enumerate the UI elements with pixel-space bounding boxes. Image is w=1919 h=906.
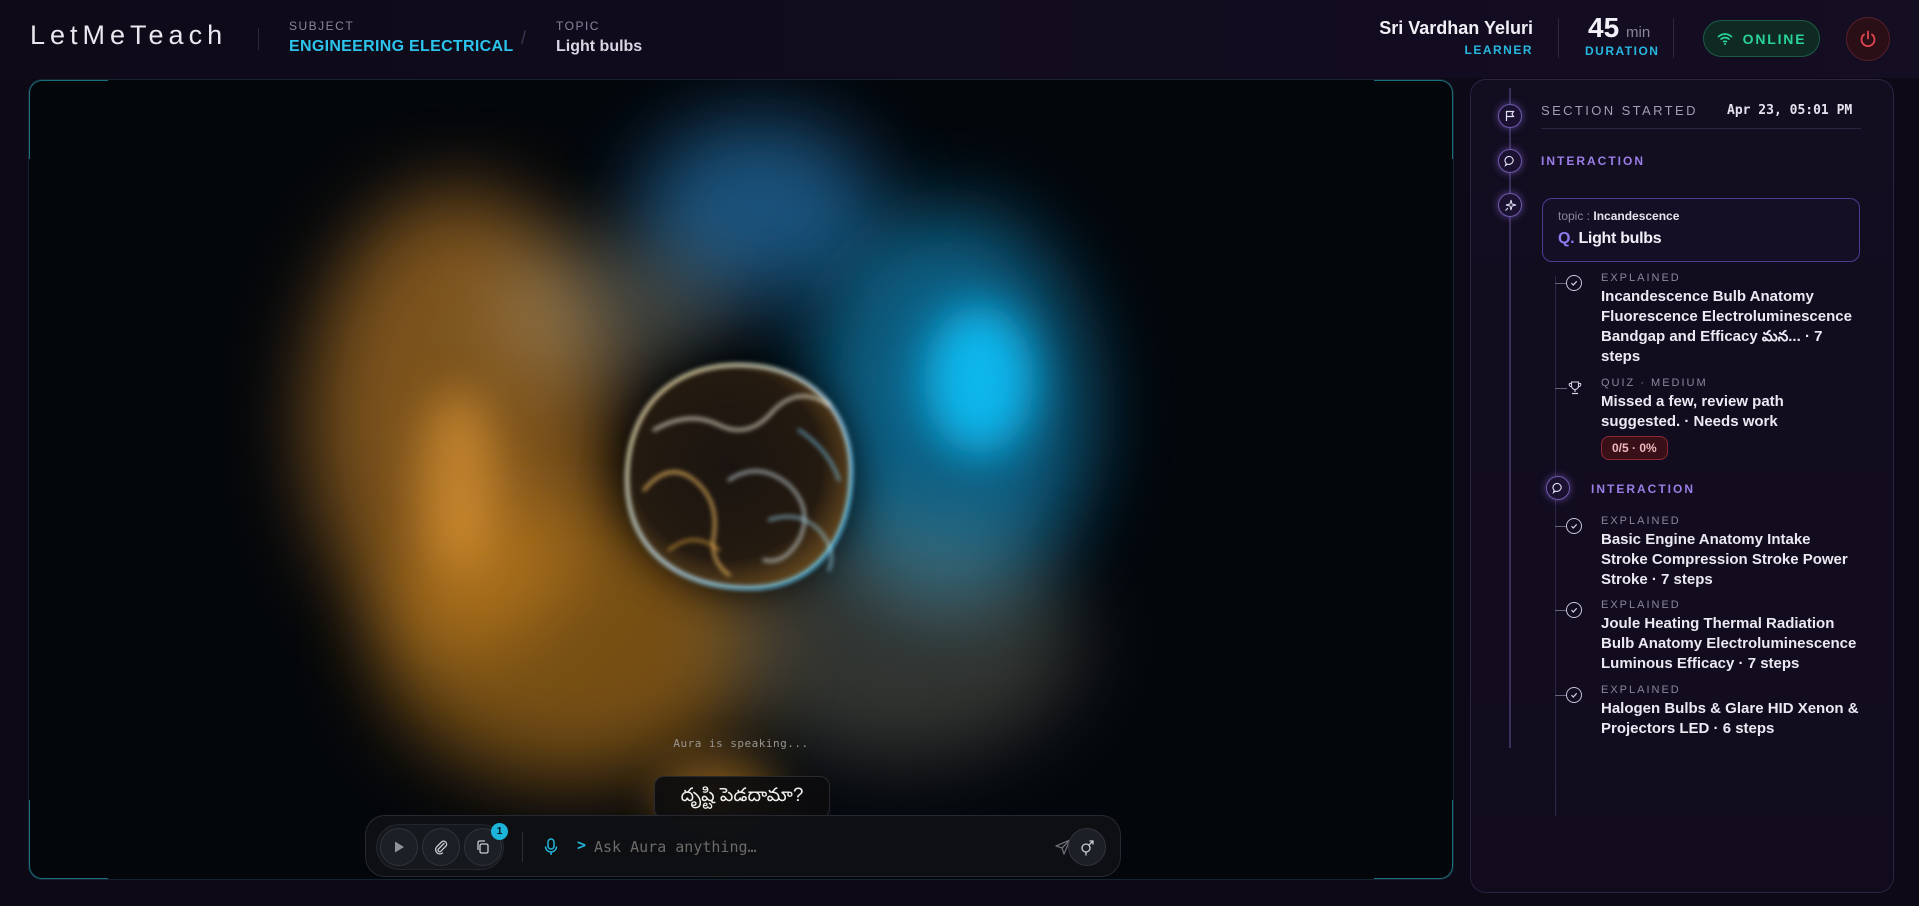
item-kind: QUIZ · MEDIUM <box>1601 377 1708 389</box>
prompt-caret: > <box>577 836 587 854</box>
header-divider <box>1673 18 1674 58</box>
explained-node <box>1566 602 1582 618</box>
aura-stage: Aura is speaking... దృష్టి పెడదామా? 1 > … <box>28 79 1454 880</box>
input-divider <box>522 832 523 862</box>
play-button[interactable] <box>380 828 418 866</box>
breadcrumb-separator: / <box>521 28 527 48</box>
timeline-item-text[interactable]: Basic Engine Anatomy Intake Stroke Compr… <box>1601 530 1859 590</box>
top-bar: LetMeTeach SUBJECT ENGINEERING ELECTRICA… <box>0 0 1919 78</box>
interaction-label: INTERACTION <box>1541 154 1645 168</box>
subject-label: SUBJECT <box>289 19 355 33</box>
app-logo[interactable]: LetMeTeach <box>30 20 227 51</box>
check-circle-icon <box>1571 523 1578 529</box>
mic-button[interactable] <box>542 837 560 857</box>
check-circle-icon <box>1571 280 1578 286</box>
item-kind: EXPLAINED <box>1601 684 1681 696</box>
timeline-subline <box>1555 276 1556 816</box>
online-label: ONLINE <box>1742 30 1807 47</box>
ask-aura-input[interactable] <box>594 832 994 862</box>
section-started-label: SECTION STARTED <box>1541 103 1698 118</box>
online-status-badge: ONLINE <box>1703 20 1820 57</box>
attachment-count-badge: 1 <box>491 823 508 840</box>
copy-icon <box>477 840 489 854</box>
aura-visualization <box>309 120 1089 840</box>
item-kind: EXPLAINED <box>1601 272 1681 284</box>
item-kind: EXPLAINED <box>1601 599 1681 611</box>
flag-node <box>1498 104 1522 128</box>
explained-node <box>1566 518 1582 534</box>
frame-corner <box>1374 80 1453 159</box>
quiz-score-badge: 0/5 · 0% <box>1601 436 1668 460</box>
timeline-item-text[interactable]: Incandescence Bulb Anatomy Fluorescence … <box>1601 287 1859 367</box>
q-prefix: Q. <box>1558 230 1575 247</box>
explained-node <box>1566 275 1582 291</box>
subject-value: ENGINEERING ELECTRICAL <box>289 38 514 55</box>
interaction-label: INTERACTION <box>1591 482 1695 496</box>
check-circle-icon <box>1571 607 1578 613</box>
header-divider <box>258 28 259 50</box>
explained-node <box>1566 687 1582 703</box>
trophy-icon <box>1568 381 1582 395</box>
frame-corner <box>29 80 108 159</box>
wifi-icon <box>1717 32 1733 45</box>
frame-corner <box>1374 800 1453 879</box>
item-kind: EXPLAINED <box>1601 515 1681 527</box>
chat-icon <box>1504 155 1514 167</box>
attach-button[interactable] <box>422 828 460 866</box>
interaction-node <box>1498 149 1522 173</box>
check-circle-icon <box>1571 692 1578 698</box>
flag-icon <box>1505 110 1515 121</box>
speech-caption: దృష్టి పెడదామా? <box>654 776 830 819</box>
section-date: Apr 23, 05:01 PM <box>1727 103 1853 118</box>
topic-value: Light bulbs <box>556 38 643 55</box>
duration-value: 45 <box>1588 12 1620 43</box>
chat-icon <box>1552 482 1562 494</box>
timeline-line <box>1509 88 1511 748</box>
user-role: LEARNER <box>1464 43 1533 57</box>
mic-icon <box>544 838 558 855</box>
frame-corner <box>29 800 108 879</box>
user-name: Sri Vardhan Yeluri <box>1379 18 1533 38</box>
session-timeline: SECTION STARTED Apr 23, 05:01 PM INTERAC… <box>1470 79 1894 893</box>
item-connector <box>1555 388 1567 389</box>
timeline-item-text[interactable]: Halogen Bulbs & Glare HID Xenon & Projec… <box>1601 699 1859 739</box>
question-title: Q. Light bulbs <box>1558 230 1662 248</box>
timeline-item-text[interactable]: Missed a few, review path suggested. · N… <box>1601 392 1859 432</box>
duration-label: DURATION <box>1585 44 1660 58</box>
header-divider <box>1558 18 1559 58</box>
sparkle-icon <box>1504 199 1516 211</box>
duration-unit: min <box>1626 24 1651 41</box>
quiz-node <box>1567 380 1583 396</box>
paperclip-icon <box>434 840 448 855</box>
topic-label: TOPIC <box>556 19 600 33</box>
voice-select-button[interactable] <box>1068 828 1106 866</box>
play-icon <box>395 841 404 853</box>
question-text: Light bulbs <box>1578 230 1662 247</box>
question-node <box>1498 193 1522 217</box>
end-session-button[interactable] <box>1846 17 1890 61</box>
gender-icon <box>1081 840 1094 856</box>
chat-input-bar: 1 > <box>365 815 1121 877</box>
speaking-status: Aura is speaking... <box>673 737 809 750</box>
topic-name: Incandescence <box>1593 209 1680 223</box>
interaction-node <box>1546 476 1570 500</box>
topic-prefix: topic : <box>1558 209 1591 223</box>
timeline-item-text[interactable]: Joule Heating Thermal Radiation Bulb Ana… <box>1601 614 1859 674</box>
section-divider <box>1541 128 1861 129</box>
power-icon <box>1860 30 1876 48</box>
question-card[interactable]: topic : Incandescence Q. Light bulbs <box>1542 198 1860 262</box>
question-topic: topic : Incandescence <box>1558 209 1679 223</box>
